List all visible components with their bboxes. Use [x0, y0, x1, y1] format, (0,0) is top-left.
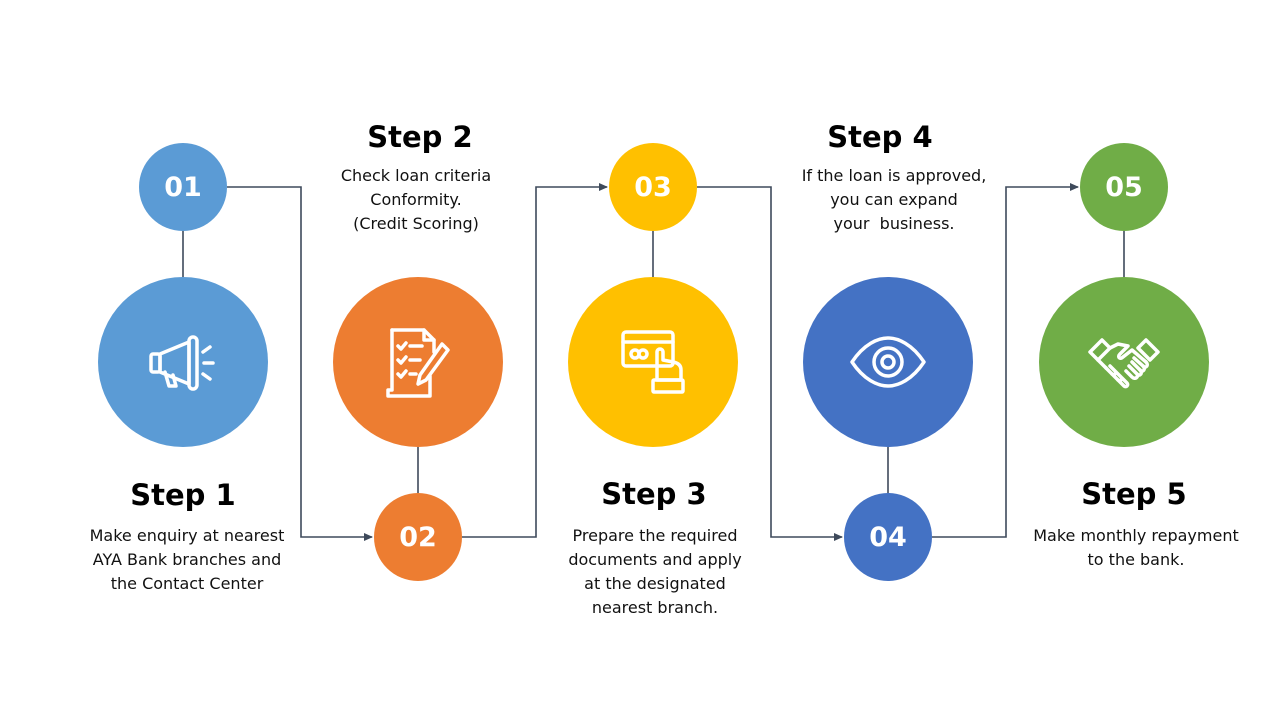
step-3-line: at the designated — [584, 574, 726, 593]
step-2-line: Conformity. — [370, 190, 462, 209]
step-3-line: Prepare the required — [572, 526, 738, 545]
step-5-number-circle: 05 — [1080, 143, 1168, 231]
step-5-description: Make monthly repayment to the bank. — [1006, 524, 1266, 572]
loan-process-diagram: 01 Step 1 Make enquiry at nearest AYA Ba… — [0, 0, 1280, 720]
step-2-title: Step 2 — [367, 120, 473, 154]
step-4-number: 04 — [869, 521, 907, 553]
step-1-line: Make enquiry at nearest — [89, 526, 285, 545]
step-1-title: Step 1 — [130, 478, 236, 512]
step-3-number: 03 — [634, 171, 672, 203]
step-2-description: Check loan criteria Conformity. (Credit … — [286, 164, 546, 236]
checklist-document-icon — [386, 328, 450, 398]
step-3-line: nearest branch. — [591, 598, 719, 617]
step-4-line: your business. — [833, 214, 955, 233]
step-5-number: 05 — [1105, 171, 1143, 203]
step-3-description: Prepare the required documents and apply… — [525, 524, 785, 620]
handshake-icon — [1088, 338, 1160, 389]
step-3-number-circle: 03 — [609, 143, 697, 231]
step-5-icon-circle — [1039, 277, 1209, 447]
step-3-line: documents and apply — [568, 550, 742, 569]
step-4-line: If the loan is approved, — [801, 166, 987, 185]
eye-icon — [850, 336, 926, 388]
step-1-icon-circle — [98, 277, 268, 447]
step-1-line: AYA Bank branches and — [92, 550, 282, 569]
step-4-number-circle: 04 — [844, 493, 932, 581]
hand-holding-card-icon — [621, 330, 685, 394]
step-1-number-circle: 01 — [139, 143, 227, 231]
step-4-icon-circle — [803, 277, 973, 447]
step-5-line: Make monthly repayment — [1033, 526, 1239, 545]
step-1-description: Make enquiry at nearest AYA Bank branche… — [57, 524, 317, 596]
megaphone-icon — [149, 335, 215, 391]
step-2-line: (Credit Scoring) — [353, 214, 479, 233]
step-4-title: Step 4 — [827, 120, 933, 154]
step-5-line: to the bank. — [1087, 550, 1185, 569]
step-2-number: 02 — [399, 521, 437, 553]
step-3-title: Step 3 — [601, 477, 707, 511]
step-2-line: Check loan criteria — [340, 166, 492, 185]
step-2-number-circle: 02 — [374, 493, 462, 581]
step-4-line: you can expand — [830, 190, 958, 209]
step-2-icon-circle — [333, 277, 503, 447]
step-3-icon-circle — [568, 277, 738, 447]
step-1-line: the Contact Center — [110, 574, 264, 593]
step-1-number: 01 — [164, 171, 202, 203]
step-5-title: Step 5 — [1081, 477, 1187, 511]
step-4-description: If the loan is approved, you can expand … — [764, 164, 1024, 236]
